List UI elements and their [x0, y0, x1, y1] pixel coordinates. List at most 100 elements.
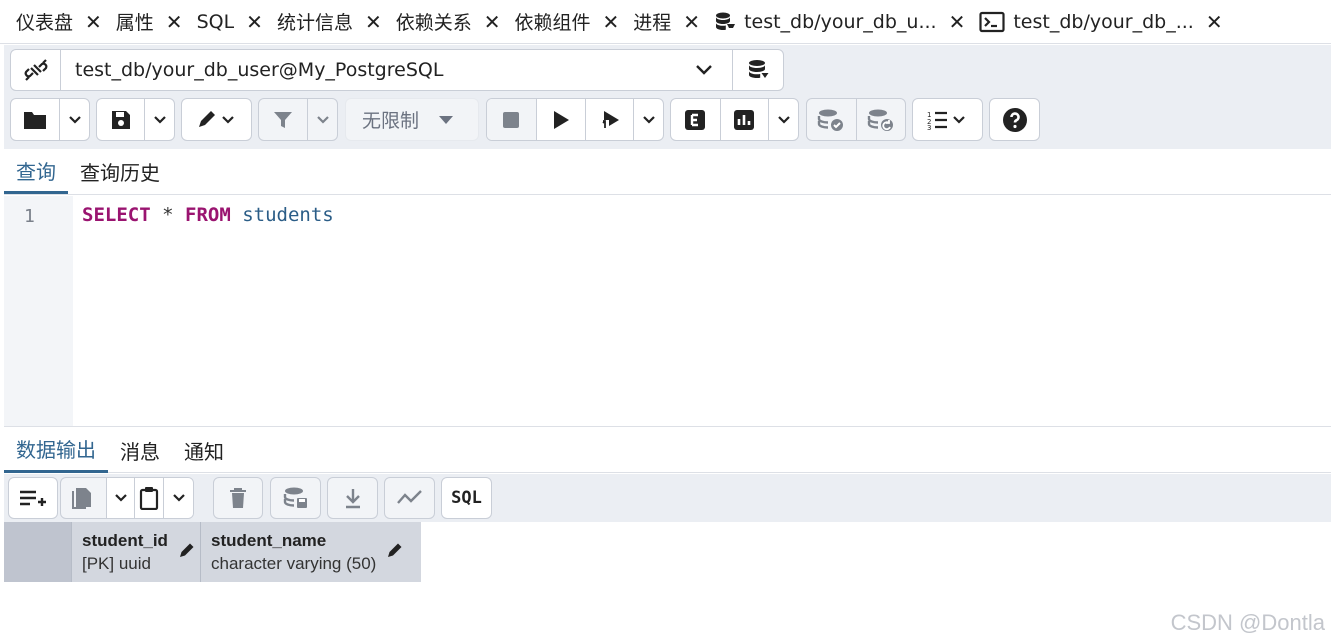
- explain-icon: [685, 109, 706, 130]
- explain-analyze-button[interactable]: [721, 99, 770, 140]
- result-toolbar: [4, 474, 1331, 522]
- sql-editor[interactable]: 1 SELECT * FROM students: [4, 196, 1331, 426]
- save-button[interactable]: [97, 99, 146, 140]
- connection-status-icon[interactable]: [11, 50, 61, 90]
- stop-button[interactable]: [487, 99, 537, 140]
- open-file-button[interactable]: [11, 99, 61, 140]
- watermark: CSDN @Dontla: [1170, 610, 1325, 635]
- close-icon[interactable]: ✕: [603, 12, 620, 32]
- tab-query[interactable]: 查询: [4, 149, 68, 194]
- tab-label: 进程: [633, 12, 672, 34]
- close-icon[interactable]: ✕: [166, 12, 183, 32]
- tab-query-tool[interactable]: test_db/your_db_u... ✕: [714, 0, 979, 44]
- tab-label: 仪表盘: [16, 12, 74, 34]
- result-tabs: 数据输出 消息 通知: [4, 426, 1331, 473]
- close-icon[interactable]: ✕: [683, 12, 700, 32]
- chevron-down-icon[interactable]: [769, 99, 798, 140]
- tab-processes[interactable]: 进程 ✕: [633, 0, 714, 44]
- close-icon[interactable]: ✕: [246, 12, 263, 32]
- copy-button[interactable]: [61, 478, 107, 518]
- new-connection-button[interactable]: [733, 50, 783, 90]
- chevron-down-icon[interactable]: [60, 99, 89, 140]
- column-type: [PK] uuid: [82, 553, 151, 573]
- keyword-select: SELECT: [82, 204, 151, 226]
- edit-button[interactable]: [182, 99, 251, 140]
- tab-dependents[interactable]: 依赖组件 ✕: [515, 0, 634, 44]
- rollback-button[interactable]: [857, 99, 906, 140]
- close-icon[interactable]: ✕: [85, 12, 102, 32]
- tab-statistics[interactable]: 统计信息 ✕: [277, 0, 396, 44]
- tab-dashboard[interactable]: 仪表盘 ✕: [16, 0, 116, 44]
- save-group: [96, 98, 175, 141]
- commit-button[interactable]: [807, 99, 857, 140]
- code-line[interactable]: SELECT * FROM students: [82, 204, 334, 226]
- filter-group: [258, 98, 338, 141]
- chevron-down-icon[interactable]: [308, 99, 337, 140]
- grid-header: student_id [PK] uuid student_name charac…: [4, 522, 421, 582]
- delete-group: [213, 477, 263, 519]
- tab-sql[interactable]: SQL ✕: [197, 0, 277, 44]
- pencil-icon[interactable]: [386, 541, 404, 563]
- filter-icon: [274, 111, 293, 128]
- download-icon: [345, 489, 360, 509]
- numbered-list-icon: 123: [927, 111, 947, 131]
- caret-down-icon: [439, 115, 454, 124]
- paste-button[interactable]: [135, 478, 165, 518]
- table-identifier: students: [242, 204, 334, 226]
- tab-query-history[interactable]: 查询历史: [68, 149, 172, 194]
- tab-messages[interactable]: 消息: [108, 427, 172, 473]
- sql-group: SQL: [441, 477, 492, 519]
- row-limit-select[interactable]: 无限制: [345, 98, 479, 141]
- tab-label: test_db/your_db_u...: [744, 10, 937, 33]
- tab-label: SQL: [196, 10, 235, 33]
- edit-group: [181, 98, 252, 141]
- copy-paste-group: [60, 477, 194, 519]
- chevron-down-icon[interactable]: [106, 478, 136, 518]
- close-icon[interactable]: ✕: [1206, 12, 1223, 32]
- copy-icon: [72, 488, 92, 509]
- tab-data-output[interactable]: 数据输出: [4, 427, 108, 473]
- pencil-icon[interactable]: [178, 541, 196, 563]
- filter-button[interactable]: [259, 99, 309, 140]
- tab-psql-tool[interactable]: test_db/your_db_... ✕: [979, 0, 1236, 44]
- tab-dependencies[interactable]: 依赖关系 ✕: [396, 0, 515, 44]
- data-grid: student_id [PK] uuid student_name charac…: [4, 522, 1331, 644]
- graph-group: [384, 477, 435, 519]
- help-button[interactable]: [990, 99, 1039, 140]
- database-icon: [714, 11, 736, 33]
- add-row-button[interactable]: [9, 478, 57, 518]
- close-icon[interactable]: ✕: [365, 12, 382, 32]
- tab-notifications[interactable]: 通知: [172, 427, 236, 473]
- chevron-down-icon[interactable]: [145, 99, 174, 140]
- sql-button[interactable]: SQL: [442, 478, 491, 518]
- folder-icon: [24, 111, 47, 129]
- explain-button[interactable]: [671, 99, 721, 140]
- help-icon: [1002, 107, 1027, 132]
- delete-button[interactable]: [214, 478, 262, 518]
- column-header[interactable]: student_id [PK] uuid: [71, 522, 200, 582]
- execute-script-button[interactable]: [586, 99, 635, 140]
- row-limit-value: 无限制: [362, 110, 420, 132]
- download-button[interactable]: [328, 478, 377, 518]
- download-group: [327, 477, 378, 519]
- close-icon[interactable]: ✕: [484, 12, 501, 32]
- close-icon[interactable]: ✕: [949, 12, 966, 32]
- execute-button[interactable]: [537, 99, 587, 140]
- graph-visualiser-button[interactable]: [385, 478, 434, 518]
- connection-value[interactable]: test_db/your_db_user@My_PostgreSQL: [61, 50, 675, 90]
- column-header[interactable]: student_name character varying (50): [200, 522, 421, 582]
- line-graph-icon: [396, 490, 422, 504]
- macros-button[interactable]: 123: [913, 99, 982, 140]
- grid-corner[interactable]: [4, 522, 71, 582]
- transaction-group: [806, 98, 906, 141]
- chevron-down-icon[interactable]: [164, 478, 193, 518]
- clipboard-icon: [140, 487, 159, 510]
- open-file-group: [10, 98, 90, 141]
- tab-properties[interactable]: 属性 ✕: [116, 0, 197, 44]
- line-number: 1: [24, 206, 35, 227]
- chevron-down-icon[interactable]: [634, 99, 663, 140]
- chevron-down-icon[interactable]: [675, 50, 733, 90]
- save-data-button[interactable]: [271, 478, 320, 518]
- svg-text:3: 3: [927, 124, 931, 131]
- play-script-icon: [601, 110, 619, 129]
